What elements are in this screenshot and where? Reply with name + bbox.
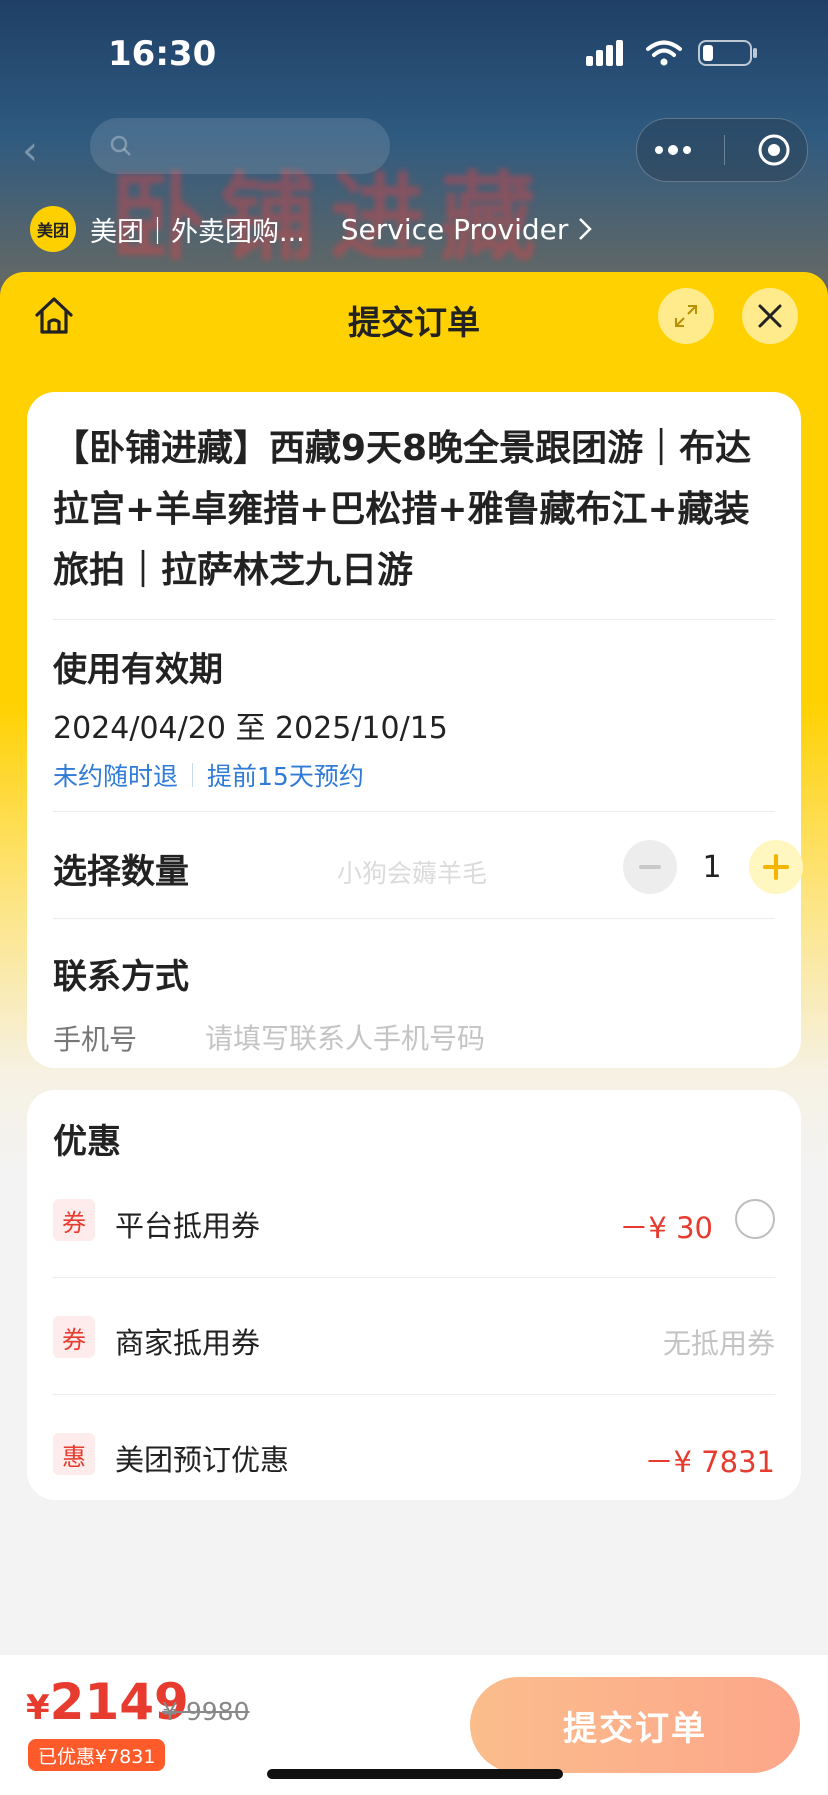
coupon-badge: 券: [53, 1199, 95, 1241]
validity-label: 使用有效期: [53, 650, 223, 690]
more-icon[interactable]: [653, 144, 693, 156]
provider-name: 美团｜外卖团购...: [90, 216, 305, 248]
search-bar-blurred[interactable]: [90, 118, 390, 174]
watermark-text: 小狗会薅羊毛: [337, 859, 488, 888]
offer-name: 平台抵用券: [115, 1209, 261, 1243]
coupon-select-radio[interactable]: [735, 1199, 775, 1239]
plus-icon: [763, 854, 789, 880]
validity-dates: 2024/04/20 至 2025/10/15: [53, 711, 448, 746]
phone-input[interactable]: [205, 1021, 725, 1055]
offers-title: 优惠: [53, 1122, 121, 1162]
discount-badge: 惠: [53, 1433, 95, 1475]
expand-icon: [675, 305, 697, 327]
tag-separator: [192, 763, 194, 787]
validity-tags: 未约随时退 提前15天预约: [53, 757, 775, 793]
close-icon: [758, 304, 782, 328]
submit-order-button[interactable]: 提交订单: [470, 1677, 800, 1773]
offer-value: －¥ 7831: [644, 1445, 775, 1479]
service-provider-row[interactable]: 美团 美团｜外卖团购... Service Provider: [30, 206, 593, 252]
service-provider-label: Service Provider: [340, 212, 569, 246]
home-indicator: [267, 1769, 563, 1779]
order-info-card: 【卧铺进藏】西藏9天8晚全景跟团游｜布达拉宫+羊卓雍措+巴松措+雅鲁藏布江+藏装…: [27, 392, 803, 1068]
chevron-right-icon: [579, 218, 593, 240]
offer-name: 商家抵用券: [115, 1326, 261, 1360]
quantity-decrease-button[interactable]: [623, 840, 677, 894]
booking-policy-tag: 提前15天预约: [207, 762, 364, 791]
price-currency: ¥: [26, 1688, 50, 1728]
expand-button[interactable]: [658, 288, 714, 344]
offer-row-merchant-coupon[interactable]: 券 商家抵用券 无抵用券: [53, 1278, 775, 1394]
status-icons: [586, 40, 758, 66]
phone-label: 手机号: [53, 1023, 138, 1056]
offer-name: 美团预订优惠: [115, 1443, 290, 1477]
offers-card: 优惠 券 平台抵用券 －¥ 30 券 商家抵用券 无抵用券 惠 美团预订优惠 －…: [27, 1090, 801, 1500]
offer-row-platform-coupon[interactable]: 券 平台抵用券 －¥ 30: [53, 1161, 775, 1277]
quantity-value: 1: [702, 850, 722, 885]
original-price: ¥ 9980: [162, 1697, 250, 1726]
offer-row-booking-discount: 惠 美团预订优惠 －¥ 7831: [53, 1395, 775, 1511]
wifi-icon: [646, 40, 682, 66]
phone-row: 手机号: [53, 1018, 775, 1058]
meituan-logo: 美团: [30, 206, 76, 252]
status-time: 16:30: [108, 34, 217, 74]
minus-icon: [639, 865, 661, 869]
battery-icon: [698, 40, 757, 66]
mini-program-capsule: [636, 118, 808, 182]
contact-label: 联系方式: [53, 957, 189, 997]
order-sheet: 提交订单 【卧铺进藏】西藏9天8晚全景跟团游｜布达拉宫+羊卓雍措+巴松措+雅鲁藏…: [0, 272, 828, 1795]
signal-icon: [586, 40, 623, 66]
close-button[interactable]: [742, 288, 798, 344]
refund-policy-tag: 未约随时退: [53, 762, 179, 791]
divider: [53, 918, 775, 919]
divider: [53, 619, 775, 620]
search-icon: [110, 135, 131, 156]
saved-badge: 已优惠¥7831: [28, 1739, 166, 1771]
quantity-label: 选择数量: [53, 852, 189, 892]
sheet-header: 提交订单: [0, 272, 828, 362]
offer-value: －¥ 30: [619, 1211, 713, 1245]
back-icon[interactable]: ‹: [22, 128, 38, 174]
close-mini-program-icon[interactable]: [757, 133, 791, 167]
coupon-badge: 券: [53, 1316, 95, 1358]
product-title: 【卧铺进藏】西藏9天8晚全景跟团游｜布达拉宫+羊卓雍措+巴松措+雅鲁藏布江+藏装…: [53, 428, 752, 591]
service-provider-link[interactable]: Service Provider: [341, 213, 593, 246]
quantity-row: 选择数量 小狗会薅羊毛 1: [53, 812, 803, 918]
offer-value: 无抵用券: [662, 1327, 775, 1360]
quantity-increase-button[interactable]: [749, 840, 803, 894]
